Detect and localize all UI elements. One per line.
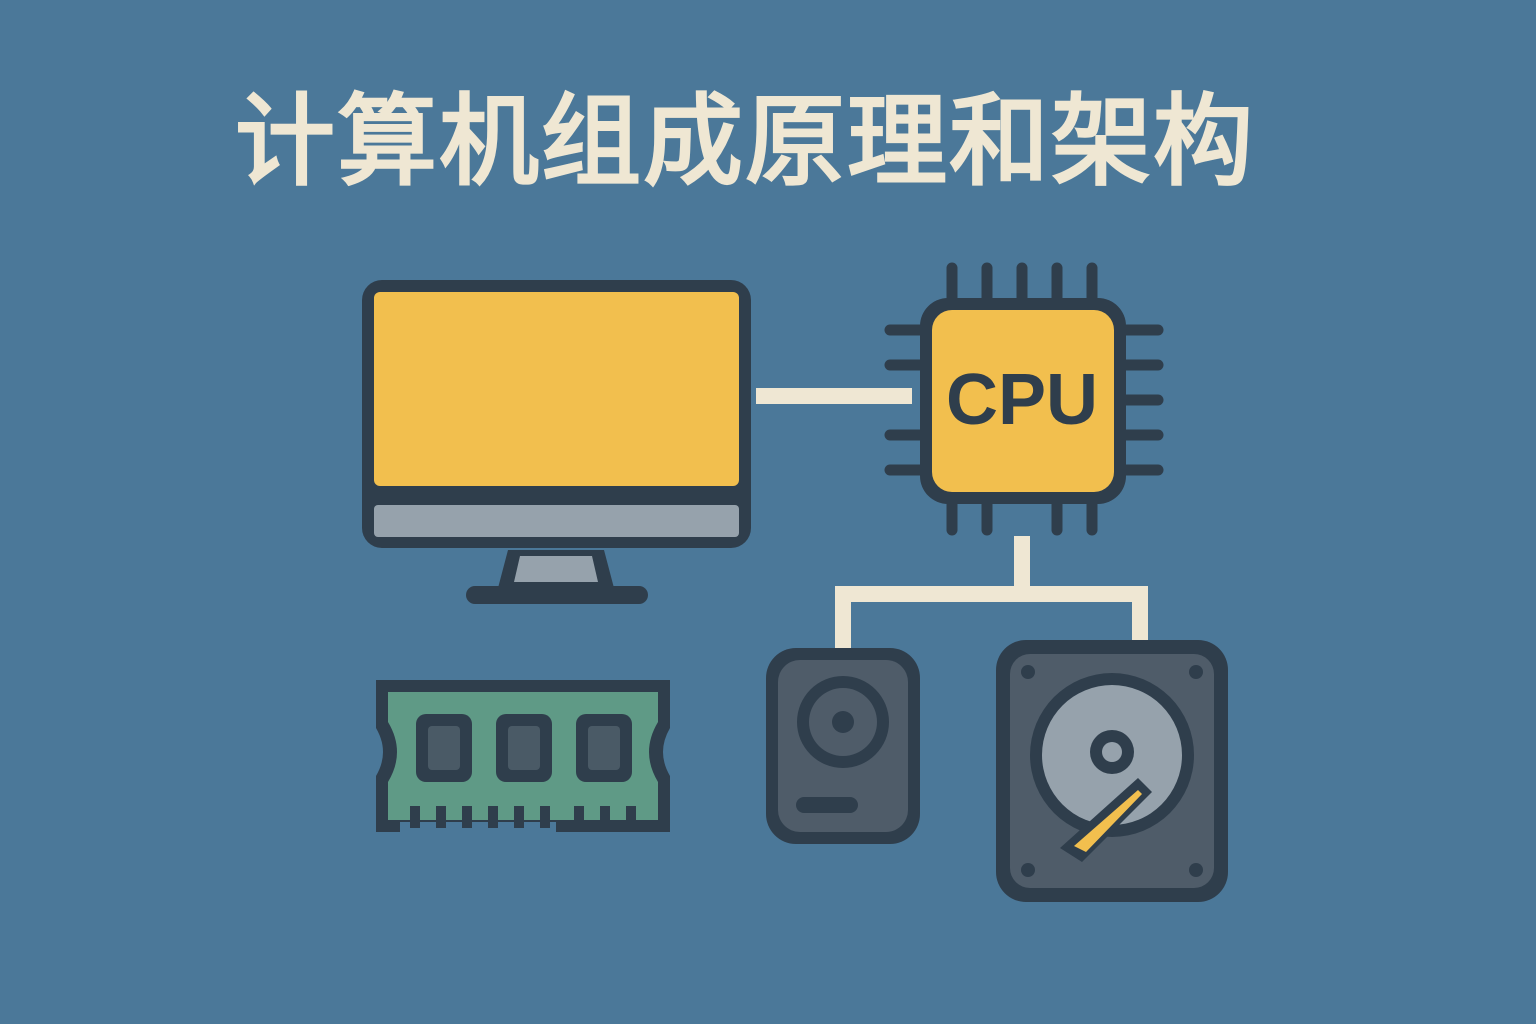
hard-disk-icon [996, 640, 1228, 902]
optical-drive-icon [766, 648, 920, 844]
architecture-diagram: CPU [362, 262, 1228, 902]
cpu-label: CPU [946, 360, 1098, 440]
monitor-icon [362, 280, 751, 604]
ram-module-icon [376, 680, 670, 832]
